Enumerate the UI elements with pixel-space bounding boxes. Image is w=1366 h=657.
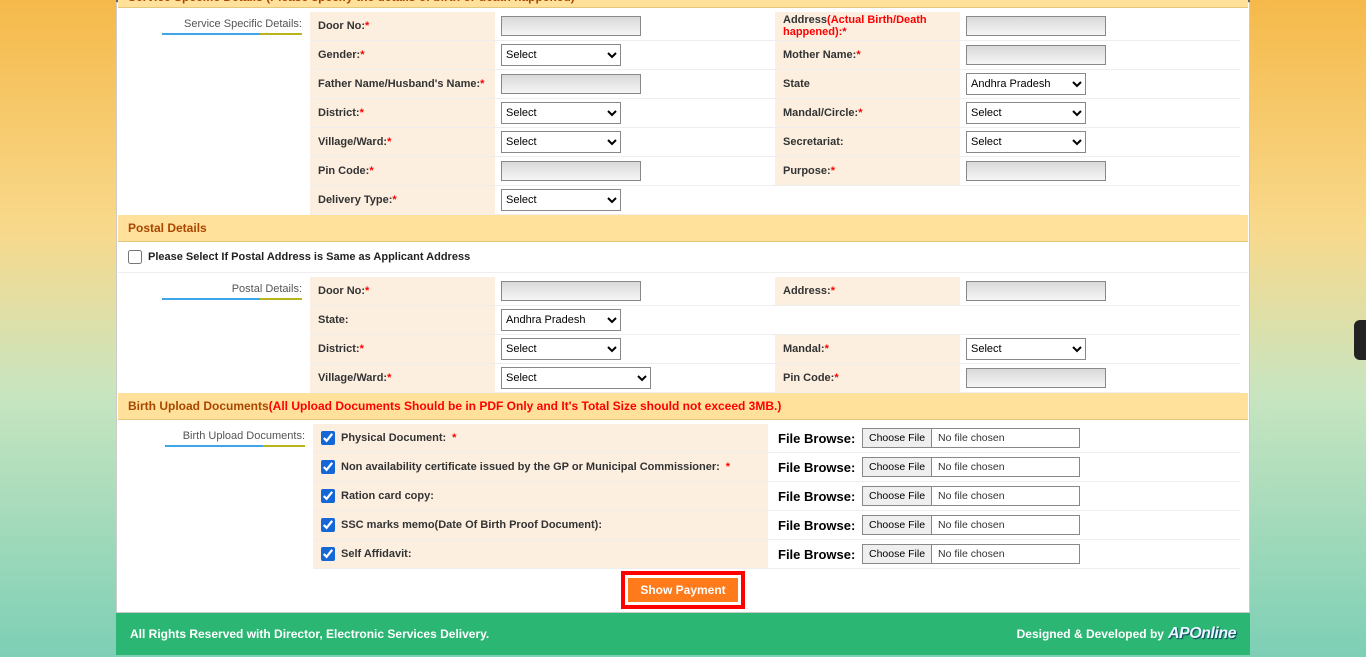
- service-specific-header: Service Specific Details (Please specify…: [118, 0, 1248, 8]
- file-chooser[interactable]: Choose FileNo file chosen: [862, 544, 1080, 564]
- browser-side-widget[interactable]: [1354, 320, 1366, 360]
- footer-left: All Rights Reserved with Director, Elect…: [130, 627, 489, 641]
- upload-item-checkbox[interactable]: [321, 460, 335, 474]
- service-gender-select[interactable]: Select: [501, 44, 621, 66]
- upload-item-label: Physical Document:*: [313, 424, 768, 452]
- postal-details-body: Postal Details: Door No:* Address:* Stat…: [118, 273, 1248, 393]
- service-door-no-input[interactable]: [501, 16, 641, 36]
- upload-docs-body: Birth Upload Documents: Physical Documen…: [118, 420, 1248, 569]
- upload-item-label: SSC marks memo(Date Of Birth Proof Docum…: [313, 511, 768, 539]
- label-state: State: [775, 70, 960, 98]
- label-address: Address(Actual Birth/Death happened):*: [775, 12, 960, 40]
- upload-item-checkbox[interactable]: [321, 489, 335, 503]
- file-browse-label: File Browse: [768, 547, 858, 562]
- upload-item-checkbox[interactable]: [321, 518, 335, 532]
- postal-details-side-label: Postal Details:: [118, 277, 310, 393]
- upload-row: Non availability certificate issued by t…: [313, 453, 1240, 482]
- label-postal-mandal: Mandal:*: [775, 335, 960, 363]
- label-postal-district: District:*: [310, 335, 495, 363]
- file-chooser[interactable]: Choose FileNo file chosen: [862, 515, 1080, 535]
- file-status-text: No file chosen: [932, 461, 1005, 473]
- service-mother-name-input[interactable]: [966, 45, 1106, 65]
- postal-district-select[interactable]: Select: [501, 338, 621, 360]
- label-postal-address: Address:*: [775, 277, 960, 305]
- upload-row: Physical Document:*File Browse Choose Fil…: [313, 424, 1240, 453]
- file-browse-label: File Browse: [768, 518, 858, 533]
- upload-item-label: Non availability certificate issued by t…: [313, 453, 768, 481]
- file-status-text: No file chosen: [932, 432, 1005, 444]
- service-purpose-input[interactable]: [966, 161, 1106, 181]
- label-postal-pincode: Pin Code:*: [775, 364, 960, 392]
- label-postal-state: State:: [310, 306, 495, 334]
- upload-item-checkbox[interactable]: [321, 547, 335, 561]
- action-bar: Show Payment: [118, 569, 1248, 611]
- upload-item-checkbox[interactable]: [321, 431, 335, 445]
- postal-door-no-input[interactable]: [501, 281, 641, 301]
- file-browse-label: File Browse: [768, 460, 858, 475]
- label-door-no: Door No:*: [310, 12, 495, 40]
- file-chooser[interactable]: Choose FileNo file chosen: [862, 457, 1080, 477]
- postal-village-select[interactable]: Select: [501, 367, 651, 389]
- service-father-husband-input[interactable]: [501, 74, 641, 94]
- upload-docs-side-label: Birth Upload Documents:: [118, 424, 313, 569]
- label-postal-village: Village/Ward:*: [310, 364, 495, 392]
- label-delivery-type: Delivery Type:*: [310, 186, 495, 214]
- footer: All Rights Reserved with Director, Elect…: [116, 613, 1250, 655]
- label-district: District:*: [310, 99, 495, 127]
- upload-row: SSC marks memo(Date Of Birth Proof Docum…: [313, 511, 1240, 540]
- choose-file-button[interactable]: Choose File: [863, 429, 932, 447]
- postal-pincode-input[interactable]: [966, 368, 1106, 388]
- service-state-select[interactable]: Andhra Pradesh: [966, 73, 1086, 95]
- service-delivery-type-select[interactable]: Select: [501, 189, 621, 211]
- postal-mandal-select[interactable]: Select: [966, 338, 1086, 360]
- file-status-text: No file chosen: [932, 519, 1005, 531]
- footer-right-text: Designed & Developed by: [1017, 627, 1164, 641]
- postal-address-input[interactable]: [966, 281, 1106, 301]
- service-pincode-input[interactable]: [501, 161, 641, 181]
- choose-file-button[interactable]: Choose File: [863, 516, 932, 534]
- service-specific-side-label: Service Specific Details:: [118, 12, 310, 215]
- service-mandal-select[interactable]: Select: [966, 102, 1086, 124]
- postal-same-as-applicant-row: Please Select If Postal Address is Same …: [118, 242, 1248, 273]
- postal-state-select[interactable]: Andhra Pradesh: [501, 309, 621, 331]
- service-address-input[interactable]: [966, 16, 1106, 36]
- form-container: Service Specific Details (Please specify…: [116, 2, 1250, 613]
- file-chooser[interactable]: Choose FileNo file chosen: [862, 428, 1080, 448]
- label-pincode: Pin Code:*: [310, 157, 495, 185]
- upload-item-label: Self Affidavit:: [313, 540, 768, 568]
- file-browse-label: File Browse: [768, 431, 858, 446]
- choose-file-button[interactable]: Choose File: [863, 458, 932, 476]
- label-mother-name: Mother Name:*: [775, 41, 960, 69]
- label-mandal: Mandal/Circle:*: [775, 99, 960, 127]
- file-status-text: No file chosen: [932, 548, 1005, 560]
- upload-item-label: Ration card copy:: [313, 482, 768, 510]
- footer-brand-logo: APOnline: [1168, 625, 1236, 643]
- label-gender: Gender:*: [310, 41, 495, 69]
- label-secretariat: Secretariat:: [775, 128, 960, 156]
- upload-row: Ration card copy:File Browse Choose FileN…: [313, 482, 1240, 511]
- service-district-select[interactable]: Select: [501, 102, 621, 124]
- choose-file-button[interactable]: Choose File: [863, 545, 932, 563]
- upload-docs-header: Birth Upload Documents(All Upload Docume…: [118, 393, 1248, 420]
- postal-details-header: Postal Details: [118, 215, 1248, 242]
- postal-same-as-applicant-checkbox[interactable]: [128, 250, 142, 264]
- label-village-ward: Village/Ward:*: [310, 128, 495, 156]
- service-secretariat-select[interactable]: Select: [966, 131, 1086, 153]
- show-payment-button[interactable]: Show Payment: [627, 577, 738, 603]
- upload-row: Self Affidavit:File Browse Choose FileNo …: [313, 540, 1240, 569]
- service-village-select[interactable]: Select: [501, 131, 621, 153]
- label-purpose: Purpose:*: [775, 157, 960, 185]
- postal-same-as-applicant-label: Please Select If Postal Address is Same …: [148, 251, 470, 263]
- choose-file-button[interactable]: Choose File: [863, 487, 932, 505]
- file-chooser[interactable]: Choose FileNo file chosen: [862, 486, 1080, 506]
- file-browse-label: File Browse: [768, 489, 858, 504]
- label-father-husband: Father Name/Husband's Name:*: [310, 70, 495, 98]
- service-specific-body: Service Specific Details: Door No:* Addr…: [118, 8, 1248, 215]
- file-status-text: No file chosen: [932, 490, 1005, 502]
- label-postal-door-no: Door No:*: [310, 277, 495, 305]
